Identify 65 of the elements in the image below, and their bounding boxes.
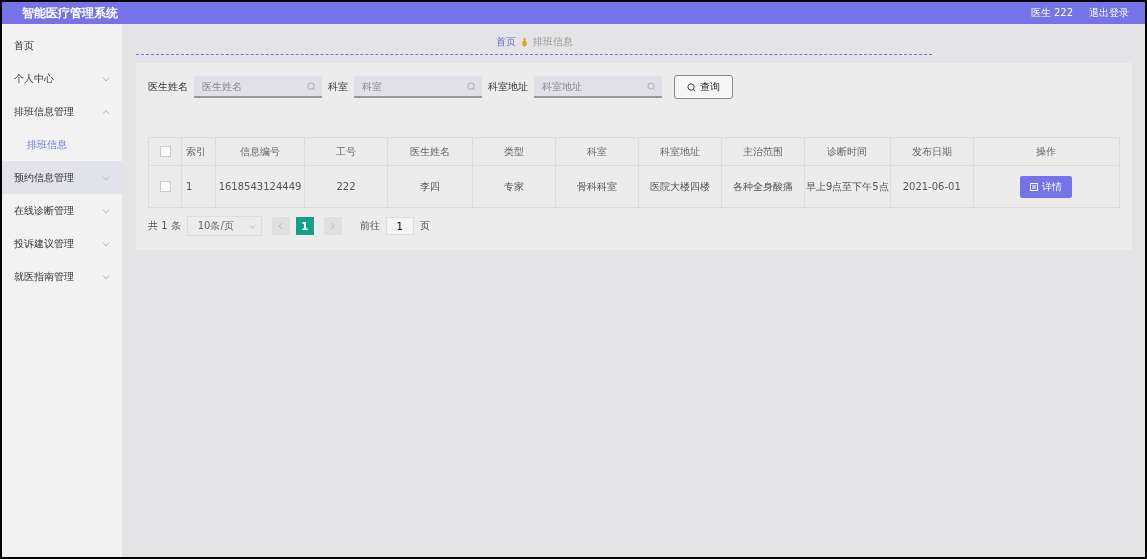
sidebar-item[interactable]: 排班信息管理	[2, 95, 122, 128]
table-cell: 1	[181, 165, 216, 208]
search-icon	[307, 82, 316, 91]
sidebar-item[interactable]: 投诉建议管理	[2, 227, 122, 260]
table-cell: 骨科科室	[555, 165, 639, 208]
chevron-down-icon	[102, 207, 110, 214]
page-size-select[interactable]: 10条/页	[186, 216, 262, 236]
row-checkbox[interactable]	[159, 181, 171, 193]
table-cell: 医院大楼四楼	[638, 165, 722, 208]
total-count: 共 1 条	[148, 219, 181, 233]
column-header: 类型	[472, 137, 556, 166]
table-cell: 222	[304, 165, 388, 208]
sidebar-item[interactable]: 首页	[2, 29, 122, 62]
column-header: 信息编号	[215, 137, 305, 166]
table-cell: 专家	[472, 165, 556, 208]
search-field[interactable]: 医生姓名	[194, 76, 322, 98]
sidebar-item[interactable]: 预约信息管理	[2, 161, 122, 194]
column-header: 诊断时间	[804, 137, 891, 166]
chevron-down-icon	[102, 240, 110, 247]
chevron-right-icon	[330, 222, 336, 230]
search-icon	[467, 82, 476, 91]
table-cell: 李四	[387, 165, 473, 208]
next-page-button[interactable]	[323, 217, 342, 235]
field-label: 医生姓名	[148, 80, 188, 94]
column-header: 科室	[555, 137, 639, 166]
search-field[interactable]: 科室地址	[534, 76, 662, 98]
table-cell: 1618543124449	[215, 165, 305, 208]
search-field[interactable]: 科室	[354, 76, 482, 98]
column-header: 医生姓名	[387, 137, 473, 166]
column-header: 科室地址	[638, 137, 722, 166]
app-title: 智能医疗管理系统	[22, 4, 118, 22]
chevron-up-icon	[102, 108, 110, 115]
details-button[interactable]: 详情	[1020, 175, 1073, 198]
sidebar-subitem[interactable]: 排班信息	[2, 128, 122, 161]
sidebar-item[interactable]: 个人中心	[2, 62, 122, 95]
column-header: 工号	[304, 137, 388, 166]
document-icon	[1030, 182, 1039, 191]
logout-link[interactable]: 退出登录	[1089, 6, 1129, 20]
chevron-left-icon	[278, 222, 284, 230]
chevron-down-icon	[248, 223, 256, 229]
field-label: 科室	[328, 80, 348, 94]
select-all-checkbox[interactable]	[159, 146, 171, 158]
table-cell: 各种全身酸痛	[721, 165, 805, 208]
search-icon	[647, 82, 656, 91]
column-header: 发布日期	[890, 137, 974, 166]
chevron-down-icon	[102, 75, 110, 82]
page-suffix: 页	[419, 219, 430, 233]
column-header: 操作	[973, 137, 1120, 166]
goto-page-field[interactable]: 1	[385, 217, 414, 235]
table-cell: 早上9点至下午5点	[804, 165, 891, 208]
column-header: 主治范围	[721, 137, 805, 166]
column-header: 索引	[181, 137, 216, 166]
sidebar-item[interactable]: 就医指南管理	[2, 260, 122, 293]
chevron-down-icon	[102, 174, 110, 181]
field-label: 科室地址	[488, 80, 528, 94]
user-name: 医生 222	[1030, 6, 1073, 20]
gourd-icon	[520, 37, 528, 47]
query-button[interactable]: 查询	[674, 75, 733, 99]
breadcrumb-link[interactable]: 首页	[495, 35, 516, 49]
sidebar-item[interactable]: 在线诊断管理	[2, 194, 122, 227]
chevron-down-icon	[102, 273, 110, 280]
table-cell: 2021-06-01	[890, 165, 974, 208]
previous-page-button[interactable]	[271, 217, 290, 235]
search-icon	[687, 82, 696, 92]
goto-label: 前往	[359, 219, 380, 233]
